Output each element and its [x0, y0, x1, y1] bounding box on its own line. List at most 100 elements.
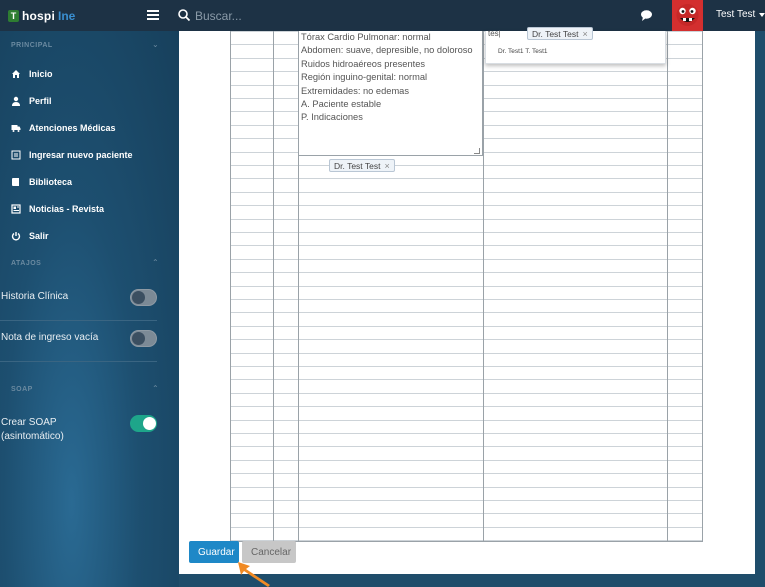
- doctor-tag: Dr. Test Test ×: [329, 159, 395, 172]
- sidebar-item-biblioteca[interactable]: Biblioteca: [11, 174, 72, 190]
- grid-column-line: [667, 31, 668, 541]
- grid-row-line: [230, 245, 703, 246]
- news-icon: [11, 204, 21, 214]
- grid-row-line: [230, 379, 703, 380]
- grid-row-line: [230, 366, 703, 367]
- save-button[interactable]: Guardar: [189, 541, 239, 563]
- grid-row-line: [230, 192, 703, 193]
- toggle-crear-soap[interactable]: [130, 415, 157, 432]
- grid-row-line: [230, 473, 703, 474]
- book-icon: [12, 178, 19, 186]
- remove-tag-icon[interactable]: ×: [582, 29, 587, 39]
- sidebar-item-inicio[interactable]: Inicio: [11, 66, 53, 82]
- doctor-tag-label: Dr. Test Test: [334, 160, 381, 171]
- grid-row-line: [230, 527, 703, 528]
- grid-column-line: [483, 31, 484, 541]
- menu-icon[interactable]: [147, 10, 159, 20]
- grid-row-line: [230, 446, 703, 447]
- user-name: Test Test: [716, 9, 756, 20]
- shortcut-label-historia: Historia Clínica: [1, 291, 69, 302]
- grid-column-line: [273, 31, 274, 541]
- top-bar: T hospi Ine Test Test: [0, 0, 765, 31]
- notes-line: Extremidades: no edemas: [301, 85, 410, 96]
- sidebar-item-perfil[interactable]: Perfil: [11, 93, 52, 109]
- grid-bottom-line: [230, 541, 703, 542]
- sidebar: PRINCIPAL ⌄ Inicio Perfil Atenciones Méd…: [0, 31, 179, 587]
- remove-tag-icon[interactable]: ×: [384, 161, 389, 171]
- notes-line: Tórax Cardio Pulmonar: normal: [301, 32, 431, 42]
- logo-text-part1: hospi: [22, 9, 55, 23]
- pointer-arrow-icon: [238, 562, 270, 587]
- grid-column-line: [230, 31, 231, 541]
- chevron-icon[interactable]: ⌄: [152, 40, 159, 49]
- search-input[interactable]: [195, 6, 495, 25]
- grid-row-line: [230, 178, 703, 179]
- divider: [0, 361, 157, 362]
- grid-row-line: [230, 232, 703, 233]
- grid-row-line: [230, 259, 703, 260]
- notes-textarea[interactable]: Tórax Cardio Pulmonar: normal Abdomen: s…: [298, 31, 483, 156]
- sidebar-item-label: Atenciones Médicas: [29, 123, 116, 133]
- grid-row-line: [230, 286, 703, 287]
- section-header-principal: PRINCIPAL: [11, 42, 53, 49]
- sidebar-item-atenciones[interactable]: Atenciones Médicas: [11, 120, 116, 136]
- doctor-dropdown[interactable]: tes| Dr. Test Test × Dr. Test1 T. Test1: [485, 27, 666, 64]
- grid-row-line: [230, 339, 703, 340]
- toggle-historia-clinica[interactable]: [130, 289, 157, 306]
- notes-line: Abdomen: suave, depresible, no doloroso: [301, 45, 473, 56]
- register-icon: [11, 150, 21, 160]
- grid-row-line: [230, 393, 703, 394]
- resize-grip-icon[interactable]: [474, 148, 480, 154]
- dropdown-selected-tag: Dr. Test Test ×: [527, 27, 593, 40]
- grid-row-line: [230, 299, 703, 300]
- soap-label-line2: (asintomático): [1, 431, 64, 442]
- grid-row-line: [230, 165, 703, 166]
- chevron-icon[interactable]: ⌃: [152, 384, 159, 393]
- power-icon: [11, 232, 21, 241]
- grid-column-line: [702, 31, 703, 541]
- section-header-atajos: ATAJOS: [11, 260, 42, 267]
- grid-row-line: [230, 420, 703, 421]
- sidebar-item-salir[interactable]: Salir: [11, 228, 49, 244]
- notes-line: P. Indicaciones: [301, 112, 363, 123]
- sidebar-item-label: Salir: [29, 231, 49, 241]
- chat-icon[interactable]: [640, 9, 653, 22]
- grid-row-line: [230, 219, 703, 220]
- notes-line: Ruidos hidroaéreos presentes: [301, 58, 426, 69]
- grid-row-line: [230, 433, 703, 434]
- sidebar-item-label: Biblioteca: [29, 177, 73, 187]
- ambulance-icon: [11, 125, 21, 132]
- sidebar-item-label: Ingresar nuevo paciente: [29, 150, 133, 160]
- grid-row-line: [230, 460, 703, 461]
- sidebar-item-label: Noticias - Revista: [29, 204, 105, 214]
- background-strip: [755, 31, 765, 587]
- notes-line: A. Paciente estable: [301, 98, 382, 109]
- app-logo[interactable]: T hospi Ine: [8, 8, 75, 24]
- sidebar-item-label: Inicio: [29, 69, 53, 79]
- avatar[interactable]: [672, 0, 703, 31]
- sidebar-item-noticias[interactable]: Noticias - Revista: [11, 201, 104, 217]
- soap-label-line1: Crear SOAP: [1, 417, 57, 428]
- section-header-soap: SOAP: [11, 386, 33, 393]
- grid-row-line: [230, 513, 703, 514]
- dropdown-input-text[interactable]: tes|: [488, 29, 501, 38]
- sidebar-item-label: Perfil: [29, 96, 52, 106]
- user-menu[interactable]: Test Test: [716, 9, 765, 20]
- grid-row-line: [230, 312, 703, 313]
- notes-line: Región inguino-genital: normal: [301, 72, 428, 83]
- divider: [0, 320, 157, 321]
- sidebar-item-ingresar[interactable]: Ingresar nuevo paciente: [11, 147, 133, 163]
- search-icon: [178, 9, 191, 22]
- grid-row-line: [230, 205, 703, 206]
- grid-row-line: [230, 500, 703, 501]
- caret-down-icon: [759, 12, 765, 17]
- grid-row-line: [230, 406, 703, 407]
- chevron-icon[interactable]: ⌃: [152, 258, 159, 267]
- toggle-nota-ingreso[interactable]: [130, 330, 157, 347]
- grid-row-line: [230, 487, 703, 488]
- dropdown-option[interactable]: Dr. Test1 T. Test1: [498, 48, 548, 55]
- grid-row-line: [230, 272, 703, 273]
- home-icon: [12, 70, 20, 78]
- shortcut-label-nota: Nota de ingreso vacía: [1, 332, 99, 343]
- user-icon: [12, 96, 20, 106]
